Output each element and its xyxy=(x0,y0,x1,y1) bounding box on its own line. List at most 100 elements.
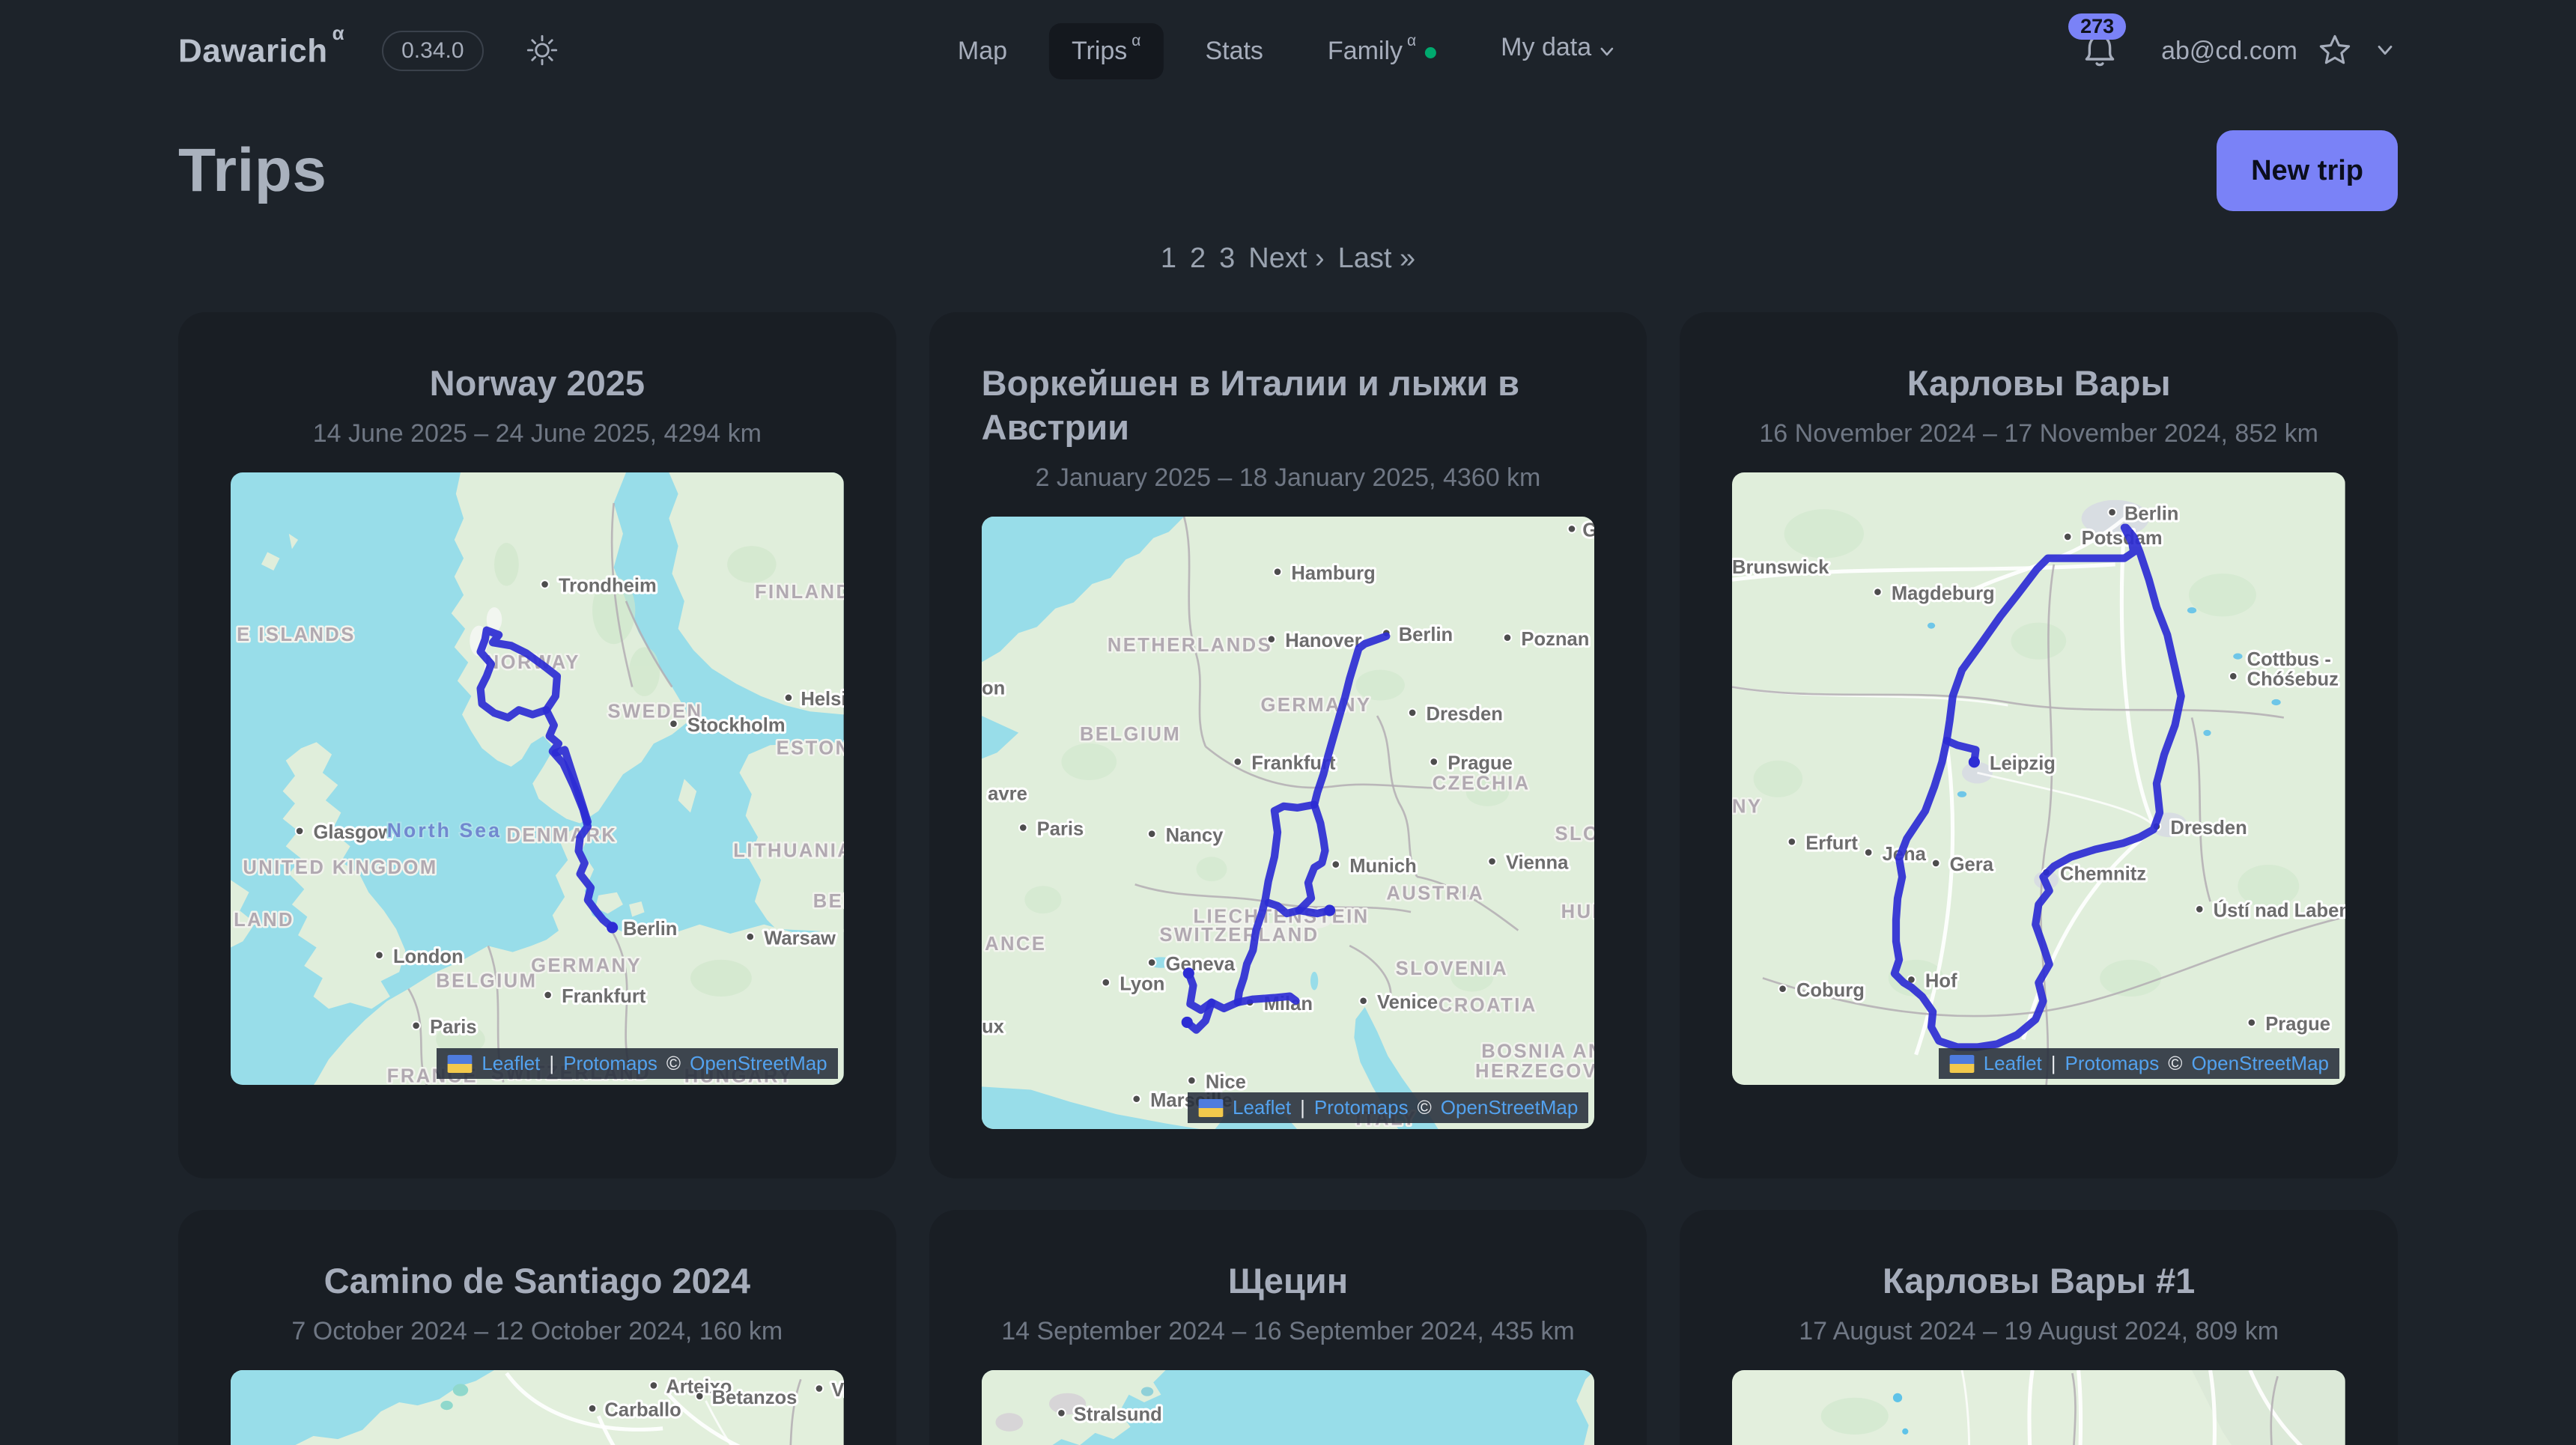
leaflet-link[interactable]: Leaflet xyxy=(1233,1096,1291,1119)
navbar: Dawarichα 0.34.0 Map Tripsα Stats xyxy=(0,0,2576,102)
svg-text:E ISLANDS: E ISLANDS xyxy=(237,624,356,645)
trip-map[interactable]: E ISLANDSTrondheimFINLANDNORWAYSWEDENHel… xyxy=(231,472,844,1086)
svg-text:Poznan: Poznan xyxy=(1521,628,1589,649)
openstreetmap-link[interactable]: OpenStreetMap xyxy=(2191,1052,2329,1075)
trip-title[interactable]: Карловы Вары xyxy=(1907,362,2171,406)
svg-text:Berlin: Berlin xyxy=(2124,503,2179,524)
pagination-next[interactable]: Next › xyxy=(1248,243,1324,275)
svg-text:Hof: Hof xyxy=(1925,970,1957,991)
svg-text:SLOVENIA: SLOVENIA xyxy=(1395,958,1507,979)
trip-card: Воркейшен в Италии и лыжи в Австрии 2 Ja… xyxy=(929,312,1647,1178)
trip-map-container[interactable]: BerlinPotsdamBrunswickMagdeburgCottbus -… xyxy=(1732,472,2345,1086)
svg-text:SLOVA: SLOVA xyxy=(1555,823,1594,844)
svg-text:DENMARK: DENMARK xyxy=(506,825,617,846)
trip-title[interactable]: Воркейшен в Италии и лыжи в Австрии xyxy=(982,362,1595,450)
map-attribution: Leaflet | Protomaps © OpenStreetMap xyxy=(1188,1092,1588,1123)
trip-map-container[interactable]: ArteixoBetanzosVilaCarballo xyxy=(231,1370,844,1445)
pagination-page-2[interactable]: 2 xyxy=(1190,243,1206,275)
svg-text:Warsaw: Warsaw xyxy=(764,928,836,949)
main-nav: Map Tripsα Stats Familyα My data xyxy=(935,19,1641,83)
ukraine-flag-icon xyxy=(1198,1099,1224,1117)
alpha-superscript: α xyxy=(1131,32,1140,50)
protomaps-link[interactable]: Protomaps xyxy=(563,1052,657,1075)
svg-text:Vila: Vila xyxy=(831,1380,843,1401)
svg-text:Erfurt: Erfurt xyxy=(1806,833,1859,854)
trip-map-container[interactable]: GdHamburgNETHERLANDSHanoverBerlinPoznano… xyxy=(982,517,1595,1130)
trip-map[interactable]: Stralsund xyxy=(982,1370,1595,1445)
user-email[interactable]: ab@cd.com xyxy=(2161,37,2297,66)
chevron-down-icon xyxy=(1596,40,1618,70)
user-menu-button[interactable] xyxy=(2372,37,2398,65)
nav-item-trips[interactable]: Tripsα xyxy=(1049,23,1163,79)
trip-title[interactable]: Щецин xyxy=(1228,1259,1348,1303)
svg-text:ANCE: ANCE xyxy=(985,934,1046,955)
pagination-last[interactable]: Last » xyxy=(1338,243,1416,275)
svg-text:Glasgow: Glasgow xyxy=(314,822,394,843)
attribution-separator: | xyxy=(2051,1052,2056,1075)
nav-item-label: My data xyxy=(1501,33,1591,62)
alpha-superscript: α xyxy=(1407,32,1416,50)
svg-text:CZECHIA: CZECHIA xyxy=(1432,773,1530,794)
svg-text:Chóśebuz: Chóśebuz xyxy=(2247,669,2339,690)
new-trip-button[interactable]: New trip xyxy=(2217,130,2398,211)
nav-item-label: Stats xyxy=(1205,37,1263,66)
family-online-dot xyxy=(1425,47,1436,58)
ukraine-flag-icon xyxy=(447,1055,473,1073)
svg-text:LAND: LAND xyxy=(234,910,294,931)
trip-title[interactable]: Camino de Santiago 2024 xyxy=(324,1259,750,1303)
trip-map[interactable]: BerlinPotsdamBrunswickMagdeburgCottbus -… xyxy=(1732,472,2345,1086)
svg-text:Brunswick: Brunswick xyxy=(1732,557,1829,578)
svg-text:Dresden: Dresden xyxy=(1426,704,1502,725)
map-attribution: Leaflet | Protomaps © OpenStreetMap xyxy=(1939,1048,2339,1079)
leaflet-link[interactable]: Leaflet xyxy=(1984,1052,2042,1075)
notifications-button[interactable]: 273 xyxy=(2080,30,2119,73)
svg-text:Hamburg: Hamburg xyxy=(1291,562,1375,583)
trip-map-container[interactable]: Stralsund xyxy=(982,1370,1595,1445)
trip-dates: 17 August 2024 – 19 August 2024, 809 km xyxy=(1799,1317,2279,1346)
svg-text:NETHERLANDS: NETHERLANDS xyxy=(1107,635,1272,656)
leaflet-link[interactable]: Leaflet xyxy=(482,1052,540,1075)
chevron-down-icon xyxy=(2372,37,2398,65)
pagination-page-3[interactable]: 3 xyxy=(1219,243,1235,275)
svg-text:BELGIUM: BELGIUM xyxy=(1080,723,1181,744)
trip-map-container[interactable]: E ISLANDSTrondheimFINLANDNORWAYSWEDENHel… xyxy=(231,472,844,1086)
svg-text:BOSNIA AND: BOSNIA AND xyxy=(1481,1041,1594,1062)
nav-item-label: Family xyxy=(1328,37,1403,66)
svg-text:ESTONIA: ESTONIA xyxy=(777,737,844,758)
notifications-count-badge: 273 xyxy=(2068,13,2126,40)
nav-item-map[interactable]: Map xyxy=(935,23,1030,79)
svg-text:LITHUANIA: LITHUANIA xyxy=(733,840,843,861)
copyright-symbol: © xyxy=(1418,1096,1432,1119)
trip-title[interactable]: Карловы Вары #1 xyxy=(1883,1259,2195,1303)
alpha-superscript: α xyxy=(332,22,344,44)
trip-map[interactable]: GdHamburgNETHERLANDSHanoverBerlinPoznano… xyxy=(982,517,1595,1130)
trip-map-container[interactable] xyxy=(1732,1370,2345,1445)
protomaps-link[interactable]: Protomaps xyxy=(2065,1052,2160,1075)
protomaps-link[interactable]: Protomaps xyxy=(1314,1096,1409,1119)
svg-text:Leipzig: Leipzig xyxy=(1990,753,2056,774)
svg-text:Geneva: Geneva xyxy=(1165,953,1235,974)
trips-grid: Norway 2025 14 June 2025 – 24 June 2025,… xyxy=(178,312,2398,1445)
svg-text:Prague: Prague xyxy=(2266,1014,2331,1035)
trip-map[interactable] xyxy=(1732,1370,2345,1445)
trip-title[interactable]: Norway 2025 xyxy=(430,362,645,406)
svg-text:Ústí nad Labem: Ústí nad Labem xyxy=(2214,898,2345,921)
favorites-button[interactable] xyxy=(2317,32,2353,70)
svg-text:on: on xyxy=(982,678,1005,699)
svg-text:Venice: Venice xyxy=(1377,991,1438,1012)
pagination-page-1[interactable]: 1 xyxy=(1161,243,1176,275)
svg-text:London: London xyxy=(393,946,464,967)
svg-text:Berlin: Berlin xyxy=(623,919,677,940)
nav-item-stats[interactable]: Stats xyxy=(1182,23,1285,79)
trip-map[interactable]: ArteixoBetanzosVilaCarballo xyxy=(231,1370,844,1445)
openstreetmap-link[interactable]: OpenStreetMap xyxy=(690,1052,827,1075)
pagination: 1 2 3 Next › Last » xyxy=(178,243,2398,275)
app-logo[interactable]: Dawarichα xyxy=(178,32,340,70)
svg-text:CROATIA: CROATIA xyxy=(1439,995,1537,1016)
openstreetmap-link[interactable]: OpenStreetMap xyxy=(1441,1096,1579,1119)
nav-item-family[interactable]: Familyα xyxy=(1305,23,1459,79)
svg-text:GERMANY: GERMANY xyxy=(1260,694,1371,715)
nav-item-my-data[interactable]: My data xyxy=(1478,19,1641,83)
theme-toggle-button[interactable] xyxy=(526,34,559,69)
svg-text:avre: avre xyxy=(988,783,1027,804)
